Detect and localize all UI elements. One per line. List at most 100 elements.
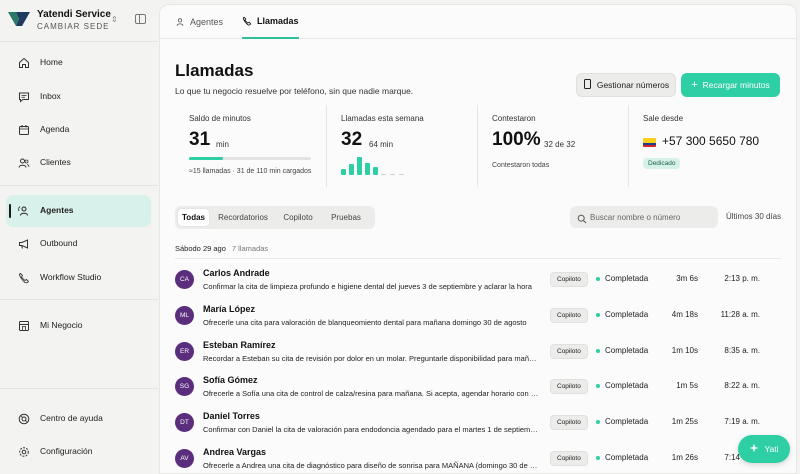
divider	[0, 185, 158, 186]
top-tabs: Agentes Llamadas	[160, 5, 796, 39]
date-range-selector[interactable]: Últimos 30 días	[726, 212, 781, 221]
filter-pruebas[interactable]: Pruebas	[322, 209, 370, 226]
call-description: Ofrecerle a Andrea una cita de diagnósti…	[203, 461, 539, 470]
stat-note: Contestaron todas	[492, 162, 550, 169]
sidebar-item-workflow-studio[interactable]: Workflow Studio	[6, 262, 151, 294]
gear-icon	[17, 445, 31, 459]
tab-label: Llamadas	[257, 16, 299, 26]
sidebar-item-label: Mi Negocio	[40, 320, 83, 330]
tab-label: Agentes	[190, 17, 224, 27]
sidebar-item-help[interactable]: Centro de ayuda	[6, 403, 151, 435]
sidebar-item-outbound[interactable]: Outbound	[6, 228, 151, 260]
avatar: ML	[175, 306, 194, 325]
call-row[interactable]: ER Esteban Ramírez Recordar a Esteban su c…	[160, 334, 796, 370]
divider	[0, 41, 158, 42]
call-status: Completada	[596, 274, 648, 283]
sidebar-item-agenda[interactable]: Agenda	[6, 114, 151, 146]
call-description: Confirmar con Daniel la cita de valoraci…	[203, 425, 539, 434]
stat-answered: Contestaron 100% 32 de 32 Contestaron to…	[477, 105, 628, 187]
call-row[interactable]: DT Daniel Torres Confirmar con Daniel la c…	[160, 405, 796, 441]
group-header: Sábodo 29 ago 7 llamadas	[175, 244, 268, 253]
call-time: 8:22 a. m.	[724, 381, 760, 390]
sidebar-item-inbox[interactable]: Inbox	[6, 81, 151, 113]
group-count: 7 llamadas	[231, 244, 269, 253]
sidebar-toggle-icon[interactable]	[135, 14, 146, 24]
status-dot	[596, 276, 600, 281]
inbox-icon	[17, 90, 31, 104]
tab-agentes[interactable]: Agentes	[175, 5, 223, 39]
call-row[interactable]: AV Andrea Vargas Ofrecerle a Andrea una ci…	[160, 441, 796, 473]
minutes-progress-bar	[189, 157, 311, 160]
status-label: Completada	[605, 453, 649, 462]
manage-numbers-button[interactable]: Gestionar números	[576, 73, 676, 97]
filter-recordatorios[interactable]: Recordatorios	[212, 209, 274, 226]
stat-balance: Saldo de minutos 31 min ≈15 llamadas · 3…	[175, 105, 326, 187]
weekly-mini-bars	[341, 155, 411, 175]
call-row[interactable]: CA Carlos Andrade Confirmar la cita de lim…	[160, 262, 796, 298]
call-description: Ofrecerle a Sofía una cita de control de…	[203, 389, 539, 398]
home-icon	[17, 56, 31, 70]
status-dot	[596, 455, 600, 460]
stat-label: Contestaron	[492, 114, 536, 123]
sidebar-item-label: Workflow Studio	[40, 272, 102, 282]
progress-fill	[189, 157, 224, 160]
caller-name: Daniel Torres	[203, 411, 260, 421]
mini-bar	[365, 163, 370, 175]
yati-assistant-button[interactable]: Yati	[738, 435, 790, 463]
avatar: AV	[175, 449, 194, 468]
status-label: Completada	[605, 346, 649, 355]
sidebar-item-label: Configuración	[40, 446, 93, 456]
stat-outgoing: Sale desde +57 300 5650 780 Dedicado	[628, 105, 781, 187]
call-row[interactable]: SG Sofía Gómez Ofrecerle a Sofía una cita …	[160, 369, 796, 405]
search-input[interactable]	[590, 209, 712, 225]
active-indicator	[9, 204, 11, 218]
caller-name: Esteban Ramírez	[203, 340, 276, 350]
stat-value: 31	[189, 129, 211, 150]
tab-llamadas[interactable]: Llamadas	[242, 5, 299, 39]
sidebar-item-label: Inbox	[40, 91, 61, 101]
call-time: 11:28 a. m.	[720, 310, 760, 319]
sidebar: Yatendi Service CAMBIAR SEDE ⇕ Home Inbo…	[0, 0, 158, 474]
stat-detail: 32 de 32	[544, 140, 576, 149]
mini-bar	[373, 167, 378, 175]
call-description: Ofrecerle una cita para valoración de bl…	[203, 318, 527, 327]
recharge-minutes-label: Recargar minutos	[702, 80, 770, 90]
sidebar-item-agentes[interactable]: Agentes	[6, 195, 151, 227]
agent-badge: Copiloto	[550, 379, 588, 394]
plus-icon: +	[691, 79, 698, 91]
sidebar-item-configuracion[interactable]: Configuración	[6, 436, 151, 468]
status-label: Completada	[605, 381, 649, 390]
workflow-icon	[17, 271, 31, 285]
sidebar-item-label: Agentes	[40, 205, 74, 215]
call-time: 7:19 a. m.	[724, 417, 760, 426]
call-duration: 1m 5s	[676, 381, 698, 390]
call-description: Confirmar la cita de limpieza profundo e…	[203, 282, 532, 291]
dedicated-badge: Dedicado	[643, 158, 681, 169]
filter-todas[interactable]: Todas	[178, 209, 209, 226]
mini-bar-empty	[381, 174, 386, 175]
users-icon	[17, 156, 31, 170]
stat-value: 32	[341, 129, 363, 150]
caller-name: Andrea Vargas	[203, 447, 267, 457]
brand-subtitle: CAMBIAR SEDE	[37, 22, 110, 31]
call-duration: 1m 25s	[671, 417, 698, 426]
mini-bar-empty	[390, 174, 395, 175]
manage-numbers-label: Gestionar números	[596, 80, 670, 90]
search-icon	[577, 211, 587, 229]
mini-bar	[341, 169, 346, 175]
colombia-flag-icon	[643, 138, 656, 147]
sidebar-item-clientes[interactable]: Clientes	[6, 147, 151, 179]
brand-logo	[8, 12, 30, 26]
sidebar-item-home[interactable]: Home	[6, 47, 151, 79]
page-subtitle: Lo que tu negocio resuelve por teléfono,…	[175, 86, 414, 96]
call-duration: 1m 10s	[671, 346, 698, 355]
call-row[interactable]: ML María López Ofrecerle una cita para val…	[160, 298, 796, 334]
sidebar-item-label: Agenda	[40, 124, 70, 134]
brand-switcher[interactable]: Yatendi Service CAMBIAR SEDE ⇕	[8, 8, 153, 34]
calendar-icon	[17, 123, 31, 137]
search-box	[570, 206, 718, 228]
filter-copiloto[interactable]: Copiloto	[276, 209, 320, 226]
brand-name: Yatendi Service	[37, 9, 111, 20]
sidebar-item-mi-negocio[interactable]: Mi Negocio	[6, 310, 151, 342]
recharge-minutes-button[interactable]: + Recargar minutos	[681, 73, 780, 97]
